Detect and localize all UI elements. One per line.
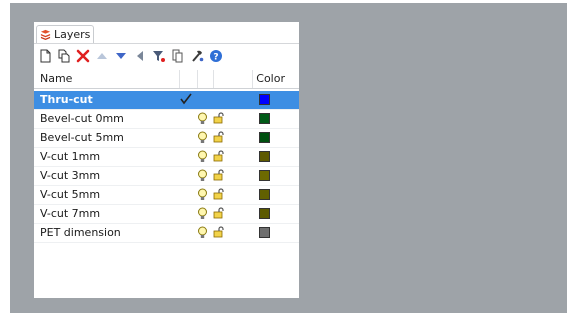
delete-icon[interactable] xyxy=(75,48,91,64)
layer-name[interactable]: PET dimension xyxy=(40,226,121,239)
unlocked-padlock-icon[interactable] xyxy=(213,150,225,162)
layer-name[interactable]: Bevel-cut 5mm xyxy=(40,131,124,144)
help-icon[interactable]: ? xyxy=(208,48,224,64)
unlocked-padlock-icon[interactable] xyxy=(213,169,225,181)
layers-column-header: Name Color xyxy=(34,70,299,89)
tab-divider xyxy=(34,43,299,44)
layer-color-swatch[interactable] xyxy=(259,208,270,219)
lightbulb-icon[interactable] xyxy=(197,226,208,239)
layer-row[interactable]: Bevel-cut 5mm xyxy=(34,129,299,148)
lightbulb-icon[interactable] xyxy=(197,169,208,182)
layer-row[interactable]: V-cut 3mm xyxy=(34,167,299,186)
layers-icon xyxy=(40,29,51,40)
move-to-parent-icon[interactable] xyxy=(132,48,148,64)
layer-color-swatch[interactable] xyxy=(259,151,270,162)
move-down-icon[interactable] xyxy=(113,48,129,64)
layer-row[interactable]: Thru-cut xyxy=(34,91,299,110)
tab-label: Layers xyxy=(54,28,91,41)
column-divider xyxy=(252,70,253,88)
layer-name[interactable]: V-cut 1mm xyxy=(40,150,100,163)
lightbulb-icon[interactable] xyxy=(197,131,208,144)
unlocked-padlock-icon[interactable] xyxy=(213,226,225,238)
column-divider xyxy=(197,70,198,88)
layers-panel: Layers ? Name Color Thru-cut Bevel-cut 0… xyxy=(34,22,299,298)
layer-color-swatch[interactable] xyxy=(259,170,270,181)
lightbulb-icon[interactable] xyxy=(197,112,208,125)
unlocked-padlock-icon[interactable] xyxy=(213,188,225,200)
lightbulb-icon[interactable] xyxy=(197,150,208,163)
layers-toolbar: ? xyxy=(37,46,295,66)
lightbulb-icon[interactable] xyxy=(197,207,208,220)
layer-row[interactable]: V-cut 7mm xyxy=(34,205,299,224)
layer-name[interactable]: V-cut 7mm xyxy=(40,207,100,220)
layer-row[interactable]: V-cut 1mm xyxy=(34,148,299,167)
layer-row[interactable]: Bevel-cut 0mm xyxy=(34,110,299,129)
new-sublayer-icon[interactable] xyxy=(56,48,72,64)
new-layer-icon[interactable] xyxy=(37,48,53,64)
layer-name[interactable]: Thru-cut xyxy=(40,93,93,106)
column-name[interactable]: Name xyxy=(40,72,72,85)
layer-color-swatch[interactable] xyxy=(259,132,270,143)
move-up-icon[interactable] xyxy=(94,48,110,64)
column-divider xyxy=(179,70,180,88)
layer-color-swatch[interactable] xyxy=(259,94,270,105)
layer-color-swatch[interactable] xyxy=(259,189,270,200)
column-color[interactable]: Color xyxy=(256,72,285,85)
layer-name[interactable]: V-cut 3mm xyxy=(40,169,100,182)
layer-name[interactable]: Bevel-cut 0mm xyxy=(40,112,124,125)
layer-row[interactable]: V-cut 5mm xyxy=(34,186,299,205)
copy-icon[interactable] xyxy=(170,48,186,64)
layer-row[interactable]: PET dimension xyxy=(34,224,299,243)
unlocked-padlock-icon[interactable] xyxy=(213,112,225,124)
filter-icon[interactable] xyxy=(151,48,167,64)
layer-name[interactable]: V-cut 5mm xyxy=(40,188,100,201)
lightbulb-icon[interactable] xyxy=(197,188,208,201)
layer-color-swatch[interactable] xyxy=(259,227,270,238)
unlocked-padlock-icon[interactable] xyxy=(213,207,225,219)
svg-text:?: ? xyxy=(213,53,218,63)
current-layer-check-icon[interactable] xyxy=(179,91,193,107)
tab-layers[interactable]: Layers xyxy=(36,25,94,43)
layers-list: Thru-cut Bevel-cut 0mm Bevel-cut 5mm V-cut … xyxy=(34,91,299,243)
tools-icon[interactable] xyxy=(189,48,205,64)
unlocked-padlock-icon[interactable] xyxy=(213,131,225,143)
layer-color-swatch[interactable] xyxy=(259,113,270,124)
column-divider xyxy=(213,70,214,88)
